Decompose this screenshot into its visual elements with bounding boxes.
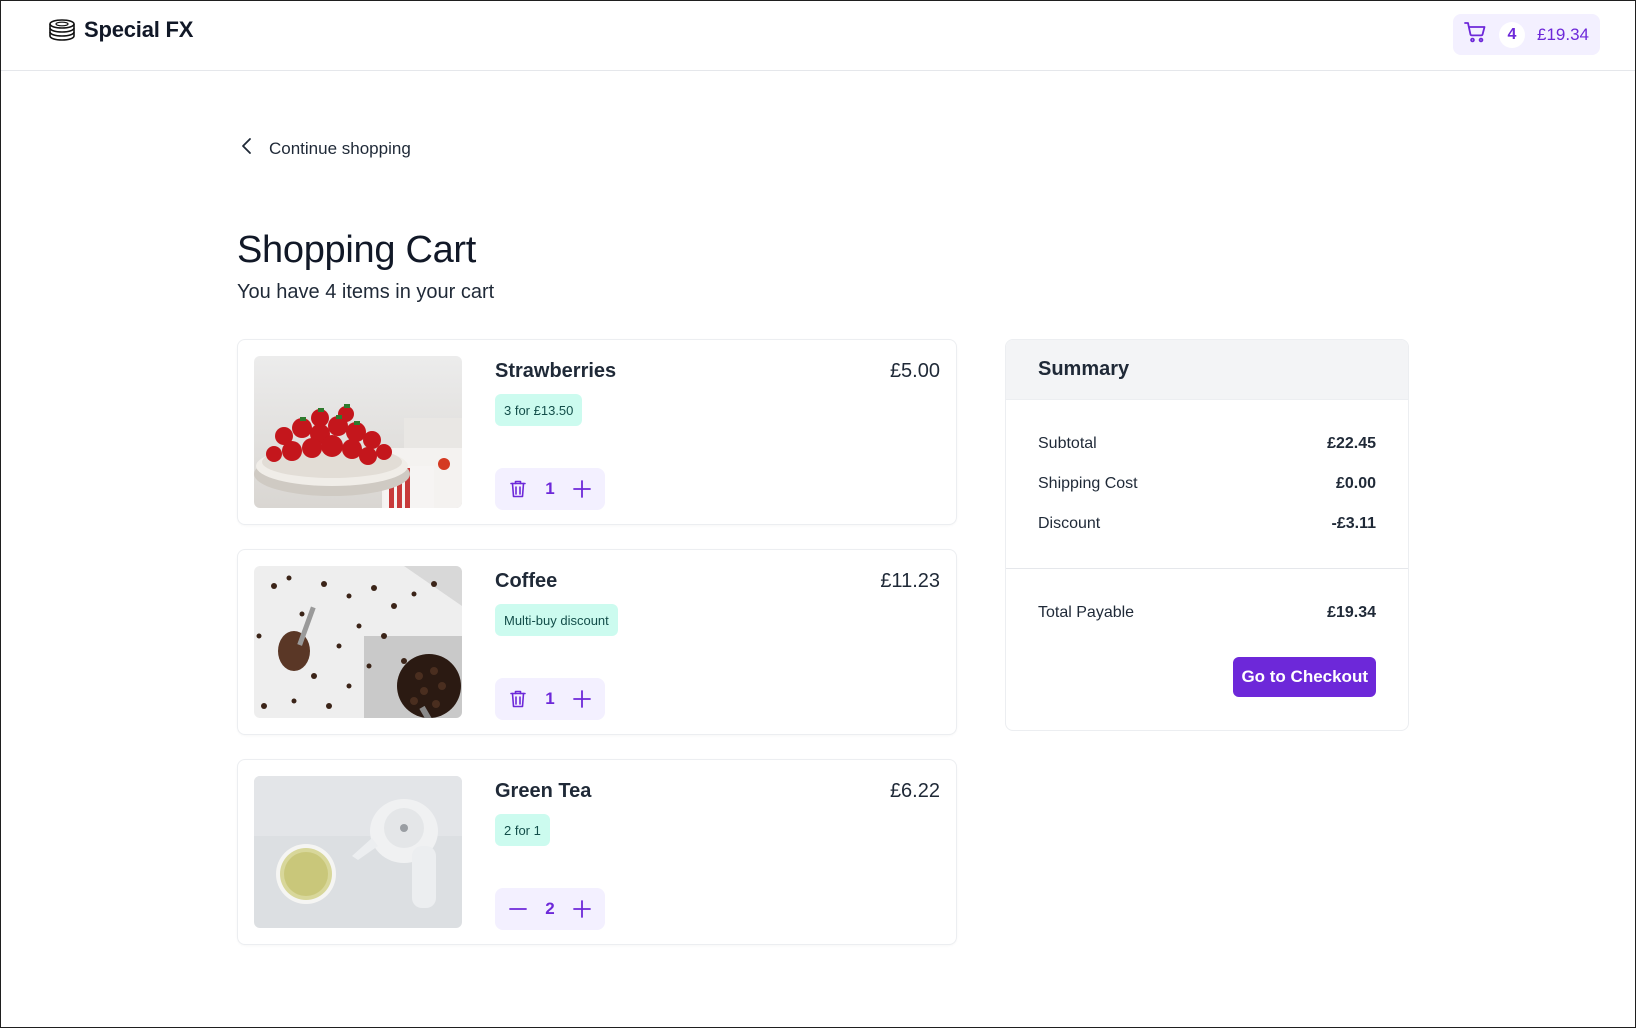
increase-quantity-button[interactable] [571,898,593,920]
plus-icon [573,480,591,498]
cart-item-card: Strawberries £5.00 3 for £13.50 1 [237,339,957,525]
quantity-stepper: 2 [495,888,605,930]
item-price: £5.00 [889,360,940,382]
subtotal-value: £22.45 [1327,435,1376,452]
cart-count-badge: 4 [1499,21,1525,48]
shipping-value: £0.00 [1335,475,1376,492]
continue-shopping-label: Continue shopping [269,138,411,158]
promo-badge: 3 for £13.50 [495,394,583,426]
item-price: £11.23 [880,570,940,592]
subtotal-row: Subtotal £22.45 [1038,435,1376,453]
shipping-label: Shipping Cost [1038,475,1138,492]
increase-quantity-button[interactable] [571,478,593,500]
quantity-stepper: 1 [495,678,605,720]
brand-name: Special FX [84,17,194,42]
product-image-strawberries [254,356,462,508]
remove-item-button[interactable] [507,478,529,500]
promo-badge: Multi-buy discount [495,604,618,636]
product-image-coffee [254,566,462,718]
brand[interactable]: Special FX [48,17,193,43]
total-label: Total Payable [1038,604,1135,621]
trash-icon [510,690,526,708]
shipping-row: Shipping Cost £0.00 [1038,475,1376,493]
page-subtitle: You have 4 items in your cart [237,281,495,303]
cart-item-card: Green Tea £6.22 2 for 1 2 [237,759,957,945]
decrease-quantity-button[interactable] [507,898,529,920]
continue-shopping-link[interactable]: Continue shopping [239,136,411,161]
page-title: Shopping Cart [237,229,477,271]
item-name: Coffee [495,570,558,592]
increase-quantity-button[interactable] [571,688,593,710]
discount-value: -£3.11 [1331,515,1376,532]
summary-divider [1006,568,1408,569]
plus-icon [573,900,591,918]
total-row: Total Payable £19.34 [1038,604,1376,622]
quantity-value: 2 [545,899,555,918]
plus-icon [573,690,591,708]
subtotal-label: Subtotal [1038,435,1097,452]
cart-icon [1463,20,1487,49]
promo-badge: 2 for 1 [495,814,550,846]
item-name: Strawberries [495,360,617,382]
chevron-left-icon [239,136,255,161]
quantity-value: 1 [545,689,555,708]
app-window: Special FX 4 £19.34 Continue shopping Sh… [0,0,1636,1028]
top-bar: Special FX 4 £19.34 [1,1,1635,71]
discount-label: Discount [1038,515,1101,532]
product-image-green-tea [254,776,462,928]
total-value: £19.34 [1327,604,1376,621]
minus-icon [509,908,527,910]
stacked-discs-icon [48,18,76,42]
item-price: £6.22 [889,780,940,802]
checkout-button[interactable]: Go to Checkout [1233,657,1376,697]
header-cart-button[interactable]: 4 £19.34 [1453,14,1600,55]
order-summary-panel: Summary Subtotal £22.45 Shipping Cost £0… [1005,339,1409,731]
trash-icon [510,480,526,498]
discount-row: Discount -£3.11 [1038,515,1376,533]
remove-item-button[interactable] [507,688,529,710]
item-name: Green Tea [495,780,592,802]
quantity-stepper: 1 [495,468,605,510]
summary-title: Summary [1006,340,1408,400]
cart-total: £19.34 [1537,24,1589,44]
quantity-value: 1 [545,479,555,498]
cart-item-card: Coffee £11.23 Multi-buy discount 1 [237,549,957,735]
